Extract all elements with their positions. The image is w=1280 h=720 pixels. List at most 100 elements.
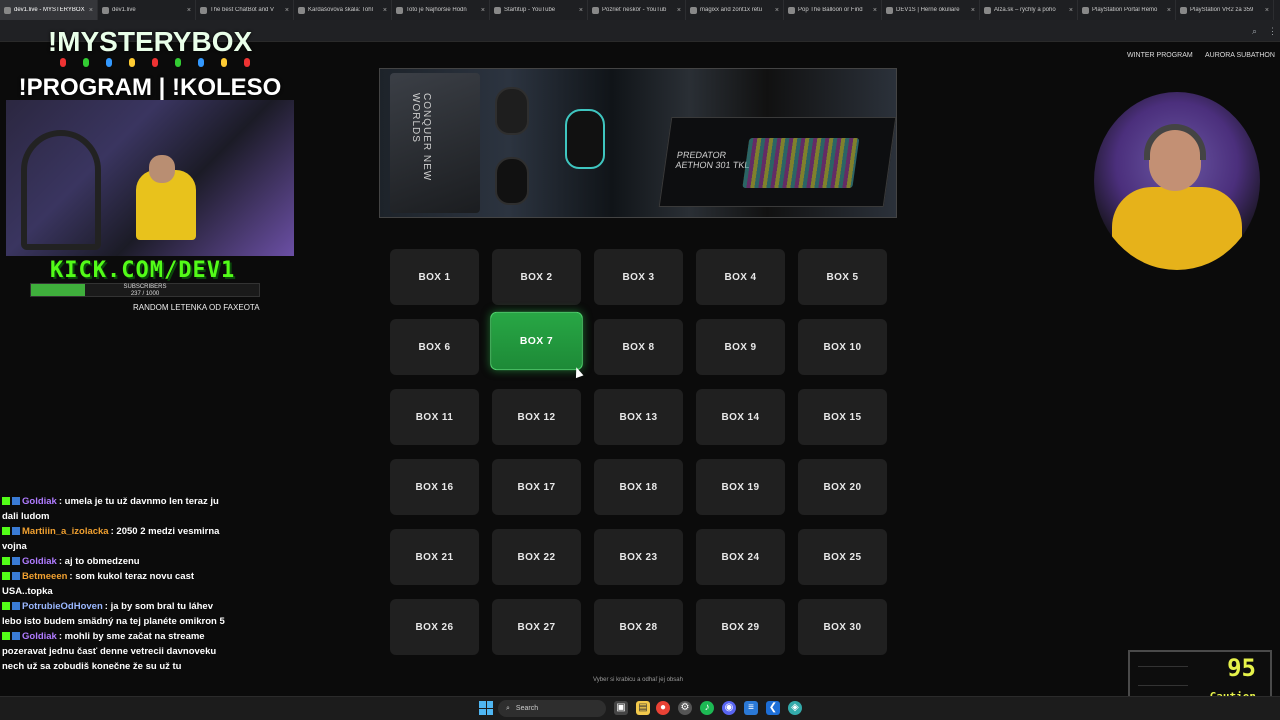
settings-gear-icon[interactable]: ⚙ [678,701,692,715]
tab-close-icon[interactable]: × [89,7,93,14]
kick-badge-icon [2,557,10,565]
mystery-box-button[interactable]: BOX 14 [696,389,785,445]
browser-tab[interactable]: Kardašovova škála: Tohl × [294,0,392,20]
mystery-box-button[interactable]: BOX 26 [390,599,479,655]
taskbar-search[interactable]: ⌕ Search [498,700,606,717]
tab-label: Kardašovova škála: Tohl [308,7,373,13]
keyboard-brand: PREDATOR [676,150,727,160]
tab-close-icon[interactable]: × [481,7,485,14]
kick-badge-icon [2,572,10,580]
tab-label: DEV1S | Herné okuliare [896,7,960,13]
chat-username[interactable]: Goldiak [22,631,57,642]
vscode-icon[interactable]: ❮ [766,701,780,715]
browser-tab[interactable]: dev1.live × [98,0,196,20]
chat-message: Goldiak: umela je tu už davnmo len teraz… [2,496,219,522]
mystery-box-button[interactable]: BOX 18 [594,459,683,515]
tab-close-icon[interactable]: × [677,7,681,14]
browser-tab[interactable]: Alza.sk – rýchly a poho × [980,0,1078,20]
mystery-box-button[interactable]: BOX 8 [594,319,683,375]
chrome-icon[interactable]: ● [656,701,670,715]
mystery-box-button[interactable]: BOX 23 [594,529,683,585]
mystery-box-button[interactable]: BOX 17 [492,459,581,515]
chat-message: Goldiak: aj to obmedzenu [2,554,227,569]
webcam-room-view [6,100,294,256]
tab-close-icon[interactable]: × [285,7,289,14]
file-explorer-icon[interactable]: ▤ [636,701,650,715]
zoom-icon[interactable]: ⌕ [1252,26,1257,37]
keyboard-image: PREDATOR AETHON 301 TKL [658,117,896,207]
chat-username[interactable]: Martiiin_a_izolacka [22,526,109,537]
chat-message: PotrubieOdHoven: ja by som bral tu láhev… [2,601,225,627]
winter-program-link[interactable]: WINTER PROGRAM [1127,52,1193,59]
christmas-lights-decoration [60,58,250,74]
mystery-box-button[interactable]: BOX 4 [696,249,785,305]
mystery-box-button[interactable]: BOX 6 [390,319,479,375]
tab-close-icon[interactable]: × [873,7,877,14]
mystery-box-button[interactable]: BOX 15 [798,389,887,445]
mystery-box-button[interactable]: BOX 10 [798,319,887,375]
browser-tab[interactable]: PlayStation VR2 za 359 × [1176,0,1274,20]
chat-username[interactable]: Goldiak [22,556,57,567]
notepad-icon[interactable]: ≡ [744,701,758,715]
windows-start-icon[interactable] [479,701,493,715]
mystery-box-button[interactable]: BOX 22 [492,529,581,585]
mystery-box-button[interactable]: BOX 1 [390,249,479,305]
browser-tab[interactable]: magixx and zont1x retu × [686,0,784,20]
browser-tab[interactable]: Startitup - YouTube × [490,0,588,20]
mystery-box-button[interactable]: BOX 25 [798,529,887,585]
chat-username[interactable]: Betmeeen [22,571,67,582]
browser-tab[interactable]: DEV1S | Herné okuliare × [882,0,980,20]
tab-close-icon[interactable]: × [383,7,387,14]
mystery-box-button[interactable]: BOX 16 [390,459,479,515]
chat-username[interactable]: PotrubieOdHoven [22,601,103,612]
mystery-box-button[interactable]: BOX 3 [594,249,683,305]
aurora-subathon-link[interactable]: AURORA SUBATHON [1205,52,1275,59]
tab-close-icon[interactable]: × [579,7,583,14]
mystery-box-button[interactable]: BOX 29 [696,599,785,655]
mystery-box-button[interactable]: BOX 28 [594,599,683,655]
tab-close-icon[interactable]: × [775,7,779,14]
browser-tab[interactable]: Pozrieť neskôr - YouTub × [588,0,686,20]
mystery-box-button[interactable]: BOX 30 [798,599,887,655]
kick-badge-icon [2,527,10,535]
chat-message: Martiiin_a_izolacka: 2050 2 medzi vesmir… [2,526,220,552]
browser-tab[interactable]: PlayStation Portal Remo × [1078,0,1176,20]
browser-tab[interactable]: Pop The Balloon or Find × [784,0,882,20]
tab-label: dev1.live [112,7,136,13]
discord-icon[interactable]: ◉ [722,701,736,715]
mystery-box-button[interactable]: BOX 9 [696,319,785,375]
sub-badge-icon [12,527,20,535]
mystery-box-button[interactable]: BOX 11 [390,389,479,445]
sub-badge-icon [12,497,20,505]
mystery-box-button[interactable]: BOX 20 [798,459,887,515]
browser-tab[interactable]: The best ChatBot and V × [196,0,294,20]
browser-tab[interactable]: dev1.live - MYSTERYBOX × [0,0,98,20]
mystery-box-button[interactable]: BOX 2 [492,249,581,305]
tab-close-icon[interactable]: × [187,7,191,14]
mystery-box-grid: BOX 1 BOX 2 BOX 3 BOX 4 BOX 5 BOX 6 BOX 7 BOX 8… [390,249,887,655]
more-icon[interactable]: ⋮ [1268,26,1277,37]
mystery-box-button[interactable]: BOX 12 [492,389,581,445]
mysterybox-title: !MYSTERYBOX [47,26,253,57]
tab-close-icon[interactable]: × [971,7,975,14]
mystery-box-button[interactable]: BOX 13 [594,389,683,445]
chat-message: Goldiak: mohli by sme začat na streame p… [2,631,217,672]
tab-close-icon[interactable]: × [1069,7,1073,14]
task-view-icon[interactable]: ▣ [614,701,628,715]
browser-tab[interactable]: Toto je Najhoršie Hodn × [392,0,490,20]
tab-close-icon[interactable]: × [1265,7,1269,14]
kick-badge-icon [2,602,10,610]
tab-favicon-icon [494,6,501,14]
mystery-box-button[interactable]: BOX 7 [490,311,583,371]
prize-product-image: CONQUER NEW WORLDS PREDATOR AETHON 301 T… [379,68,897,218]
chat-username[interactable]: Goldiak [22,496,57,507]
tab-close-icon[interactable]: × [1167,7,1171,14]
mystery-box-button[interactable]: BOX 21 [390,529,479,585]
mystery-box-button[interactable]: BOX 24 [696,529,785,585]
spotify-icon[interactable]: ♪ [700,701,714,715]
mystery-box-button[interactable]: BOX 27 [492,599,581,655]
mystery-box-button[interactable]: BOX 5 [798,249,887,305]
app-icon[interactable]: ◈ [788,701,802,715]
mystery-box-button[interactable]: BOX 19 [696,459,785,515]
tab-favicon-icon [886,6,893,14]
